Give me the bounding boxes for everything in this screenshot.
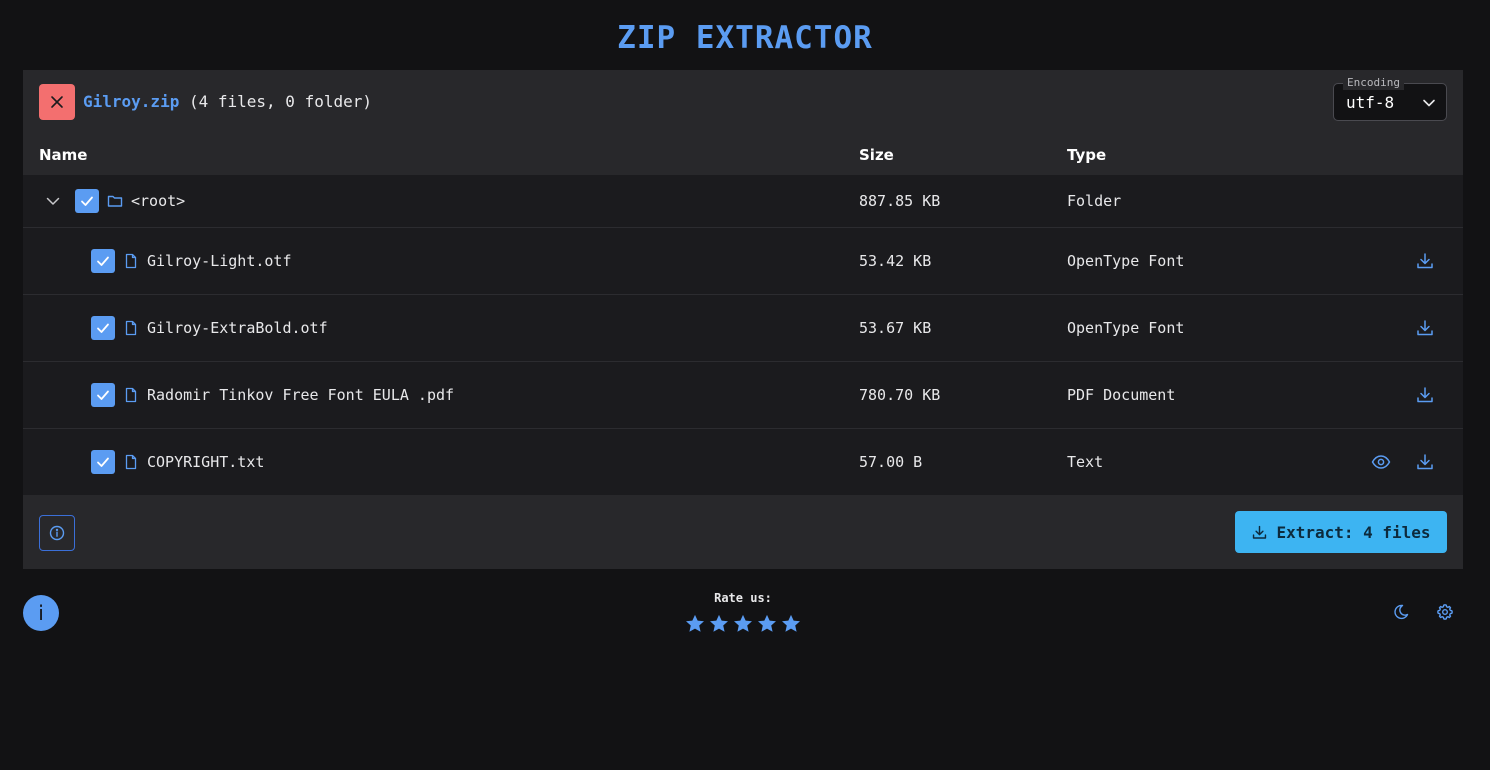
column-header-type[interactable]: Type: [1067, 146, 1106, 164]
archive-summary: (4 files, 0 folder): [188, 92, 372, 111]
star-icon[interactable]: [756, 613, 778, 635]
archive-panel: Gilroy.zip (4 files, 0 folder) Encoding …: [23, 70, 1463, 569]
download-icon: [1251, 524, 1268, 541]
file-row[interactable]: Radomir Tinkov Free Font EULA .pdf 780.7…: [23, 362, 1463, 429]
file-type: OpenType Font: [1067, 319, 1185, 337]
file-icon: [123, 253, 139, 269]
download-icon[interactable]: [1415, 318, 1435, 338]
info-icon: [49, 525, 65, 541]
extract-button[interactable]: Extract: 4 files: [1235, 511, 1447, 553]
archive-info-button[interactable]: [39, 515, 75, 551]
file-checkbox[interactable]: [91, 316, 115, 340]
file-row[interactable]: Gilroy-Light.otf 53.42 KB OpenType Font: [23, 228, 1463, 295]
star-icon[interactable]: [684, 613, 706, 635]
column-header-name[interactable]: Name: [39, 146, 87, 164]
root-name: <root>: [131, 192, 186, 210]
folder-icon: [107, 193, 123, 209]
file-name: Gilroy-Light.otf: [147, 252, 292, 270]
star-icon[interactable]: [732, 613, 754, 635]
download-icon[interactable]: [1415, 452, 1435, 472]
download-icon[interactable]: [1415, 251, 1435, 271]
extract-label: Extract: 4 files: [1276, 522, 1431, 542]
collapse-toggle-icon[interactable]: [45, 193, 61, 209]
file-name: Gilroy-ExtraBold.otf: [147, 319, 328, 337]
root-folder-row[interactable]: <root> 887.85 KB Folder: [23, 175, 1463, 228]
star-icon[interactable]: [780, 613, 802, 635]
encoding-select[interactable]: Encoding utf-8: [1333, 76, 1447, 121]
file-name: Radomir Tinkov Free Font EULA .pdf: [147, 386, 455, 404]
file-size: 780.70 KB: [859, 386, 941, 404]
moon-icon[interactable]: [1392, 603, 1410, 621]
rate-label: Rate us:: [714, 591, 772, 605]
root-type: Folder: [1067, 192, 1122, 210]
download-icon[interactable]: [1415, 385, 1435, 405]
column-header-size[interactable]: Size: [859, 146, 894, 164]
file-checkbox[interactable]: [91, 383, 115, 407]
eye-icon[interactable]: [1371, 452, 1391, 472]
panel-footer: Extract: 4 files: [23, 495, 1463, 569]
file-size: 53.42 KB: [859, 252, 932, 270]
file-name: COPYRIGHT.txt: [147, 453, 265, 471]
archive-info: Gilroy.zip (4 files, 0 folder): [83, 92, 372, 111]
file-icon: [123, 320, 139, 336]
gear-icon[interactable]: [1436, 603, 1454, 621]
file-checkbox[interactable]: [91, 249, 115, 273]
file-row[interactable]: Gilroy-ExtraBold.otf 53.67 KB OpenType F…: [23, 295, 1463, 362]
archive-name[interactable]: Gilroy.zip: [83, 92, 179, 111]
close-archive-button[interactable]: [39, 84, 75, 120]
file-icon: [123, 387, 139, 403]
panel-header: Gilroy.zip (4 files, 0 folder) Encoding …: [23, 70, 1463, 175]
file-checkbox[interactable]: [91, 450, 115, 474]
root-checkbox[interactable]: [75, 189, 99, 213]
file-type: Text: [1067, 453, 1104, 471]
rating-stars: [684, 613, 802, 635]
file-row[interactable]: COPYRIGHT.txt 57.00 B Text: [23, 429, 1463, 495]
close-icon: [50, 95, 64, 109]
encoding-value: utf-8: [1346, 93, 1395, 112]
star-icon[interactable]: [708, 613, 730, 635]
chevron-down-icon: [1422, 96, 1436, 110]
file-size: 57.00 B: [859, 453, 923, 471]
file-icon: [123, 454, 139, 470]
encoding-legend: Encoding: [1343, 76, 1404, 90]
app-title: ZIP EXTRACTOR: [617, 20, 873, 56]
file-size: 53.67 KB: [859, 319, 932, 337]
root-size: 887.85 KB: [859, 192, 941, 210]
file-type: OpenType Font: [1067, 252, 1185, 270]
file-type: PDF Document: [1067, 386, 1176, 404]
